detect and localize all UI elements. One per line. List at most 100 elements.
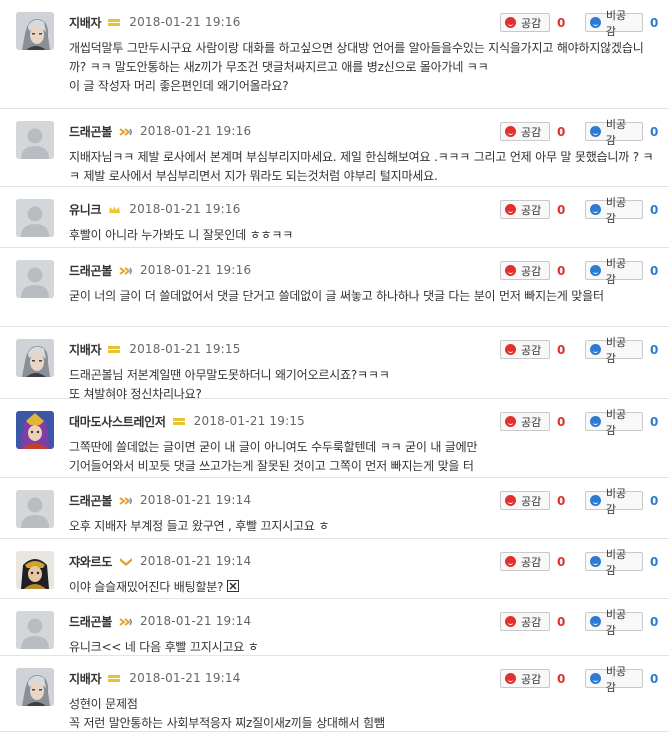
dislike-button[interactable]: 비공감 xyxy=(585,408,643,437)
nickname[interactable]: 쟈와르도 xyxy=(69,553,112,570)
dislike-button[interactable]: 비공감 xyxy=(585,9,643,38)
dislike-button[interactable]: 비공감 xyxy=(585,665,643,694)
like-count: 0 xyxy=(557,202,566,217)
comment-date: 2018-01-21 19:16 xyxy=(129,15,241,29)
smile-icon xyxy=(505,265,516,276)
smile-icon xyxy=(505,556,516,567)
nickname[interactable]: 지배자 xyxy=(69,14,102,31)
rank-wing-icon xyxy=(119,616,133,626)
like-button[interactable]: 공감 xyxy=(500,13,550,32)
frown-icon xyxy=(590,495,601,506)
like-button[interactable]: 공감 xyxy=(500,412,550,431)
rank-wing-icon xyxy=(119,126,133,136)
comment-date: 2018-01-21 19:15 xyxy=(129,342,241,356)
like-label: 공감 xyxy=(521,415,542,429)
dislike-button[interactable]: 비공감 xyxy=(585,336,643,365)
frown-icon xyxy=(590,556,601,567)
like-button[interactable]: 공감 xyxy=(500,122,550,141)
nickname[interactable]: 지배자 xyxy=(69,670,102,687)
like-count: 0 xyxy=(557,414,566,429)
like-button[interactable]: 공감 xyxy=(500,200,550,219)
like-button[interactable]: 공감 xyxy=(500,669,550,688)
like-label: 공감 xyxy=(521,16,542,30)
comment-text: 지배자님ㅋㅋ 제발 로사에서 본계며 부심부리지마세요. 제일 한심해보여요 .… xyxy=(69,148,658,186)
comment-meta: 드래곤볼 2018-01-21 19:16 xyxy=(69,261,251,279)
dislike-button[interactable]: 비공감 xyxy=(585,548,643,577)
like-button[interactable]: 공감 xyxy=(500,491,550,510)
like-button[interactable]: 공감 xyxy=(500,261,550,280)
dislike-button[interactable]: 비공감 xyxy=(585,118,643,147)
rank-wing-icon xyxy=(119,495,133,505)
comment-meta: 지배자 2018-01-21 19:14 xyxy=(69,669,241,687)
comment-item: 드래곤볼 2018-01-21 19:16 공감 0 비공감 0 지배자님ㅋㅋ 제발 로사에… xyxy=(0,109,669,187)
vote-group: 공감 0 비공감 0 xyxy=(500,118,658,147)
comment-item: 유니크 2018-01-21 19:16 공감 0 비공감 0 후빨이 아니라 누가봐도 니… xyxy=(0,187,669,248)
dislike-count: 0 xyxy=(650,671,659,686)
dislike-button[interactable]: 비공감 xyxy=(585,487,643,516)
nickname[interactable]: 드래곤볼 xyxy=(69,613,112,630)
avatar[interactable] xyxy=(16,668,54,706)
dislike-label: 비공감 xyxy=(605,486,627,516)
avatar[interactable] xyxy=(16,339,54,377)
comment-date: 2018-01-21 19:15 xyxy=(193,414,306,428)
vote-group: 공감 0 비공감 0 xyxy=(500,196,658,225)
dislike-label: 비공감 xyxy=(605,335,627,365)
smile-icon xyxy=(505,204,516,215)
nickname[interactable]: 드래곤볼 xyxy=(69,262,112,279)
dislike-label: 비공감 xyxy=(605,607,627,637)
nickname[interactable]: 유니크 xyxy=(69,201,102,218)
emoticon-icon xyxy=(226,580,239,592)
avatar[interactable] xyxy=(16,490,54,528)
like-button[interactable]: 공감 xyxy=(500,612,550,631)
like-label: 공감 xyxy=(521,555,542,569)
frown-icon xyxy=(590,204,601,215)
nickname[interactable]: 대마도사스트레인저 xyxy=(69,413,166,430)
dislike-button[interactable]: 비공감 xyxy=(585,257,643,286)
vote-group: 공감 0 비공감 0 xyxy=(500,336,658,365)
like-label: 공감 xyxy=(521,343,542,357)
dislike-button[interactable]: 비공감 xyxy=(585,608,643,637)
avatar[interactable] xyxy=(16,260,54,298)
like-count: 0 xyxy=(557,15,566,30)
comment-date: 2018-01-21 19:14 xyxy=(129,671,241,685)
avatar[interactable] xyxy=(16,121,54,159)
comment-meta: 지배자 2018-01-21 19:16 xyxy=(69,13,241,31)
frown-icon xyxy=(590,265,601,276)
comment-text: 오후 지배자 부계정 들고 왔구연 , 후빨 끄지시고요 ㅎ xyxy=(69,517,658,536)
rank-icon xyxy=(108,344,121,355)
avatar[interactable] xyxy=(16,411,54,449)
avatar[interactable] xyxy=(16,551,54,589)
comment-date: 2018-01-21 19:14 xyxy=(139,614,252,628)
nickname[interactable]: 드래곤볼 xyxy=(69,492,112,509)
like-button[interactable]: 공감 xyxy=(500,552,550,571)
comment-item: 지배자 2018-01-21 19:15 공감 0 비공감 0 드래곤볼님 저본계일땐 아무… xyxy=(0,327,669,401)
like-label: 공감 xyxy=(521,615,542,629)
like-button[interactable]: 공감 xyxy=(500,340,550,359)
dislike-count: 0 xyxy=(650,15,659,30)
frown-icon xyxy=(590,17,601,28)
nickname[interactable]: 드래곤볼 xyxy=(69,123,112,140)
nickname[interactable]: 지배자 xyxy=(69,341,102,358)
comment-text: 개씹덕말투 그만두시구요 사람이랑 대화를 하고싶으면 상대방 언어를 알아들을… xyxy=(69,39,658,96)
smile-icon xyxy=(505,495,516,506)
comment-text: 후빨이 아니라 누가봐도 니 잘못인데 ㅎㅎㅋㅋ xyxy=(69,226,658,245)
vote-group: 공감 0 비공감 0 xyxy=(500,9,659,38)
like-count: 0 xyxy=(557,124,566,139)
dislike-count: 0 xyxy=(650,614,659,629)
comment-body: 개씹덕말투 그만두시구요 사람이랑 대화를 하고싶으면 상대방 언어를 알아들을… xyxy=(69,41,644,93)
avatar[interactable] xyxy=(16,611,54,649)
frown-icon xyxy=(590,126,601,137)
dislike-button[interactable]: 비공감 xyxy=(585,196,643,225)
comment-meta: 유니크 2018-01-21 19:16 xyxy=(69,200,241,218)
comment-body: 후빨이 아니라 누가봐도 니 잘못인데 ㅎㅎㅋㅋ xyxy=(69,228,294,242)
avatar[interactable] xyxy=(16,199,54,237)
comment-body: 오후 지배자 부계정 들고 왔구연 , 후빨 끄지시고요 ㅎ xyxy=(69,519,330,533)
avatar[interactable] xyxy=(16,12,54,50)
comment-text: 유니크<< 네 다음 후빨 끄지시고요 ㅎ xyxy=(69,638,658,657)
rank-chevron-icon xyxy=(119,556,132,566)
vote-group: 공감 0 비공감 0 xyxy=(500,548,658,577)
comment-meta: 드래곤볼 2018-01-21 19:14 xyxy=(69,491,251,509)
vote-group: 공감 0 비공감 0 xyxy=(500,257,658,286)
rank-icon xyxy=(172,416,185,427)
like-count: 0 xyxy=(557,554,566,569)
